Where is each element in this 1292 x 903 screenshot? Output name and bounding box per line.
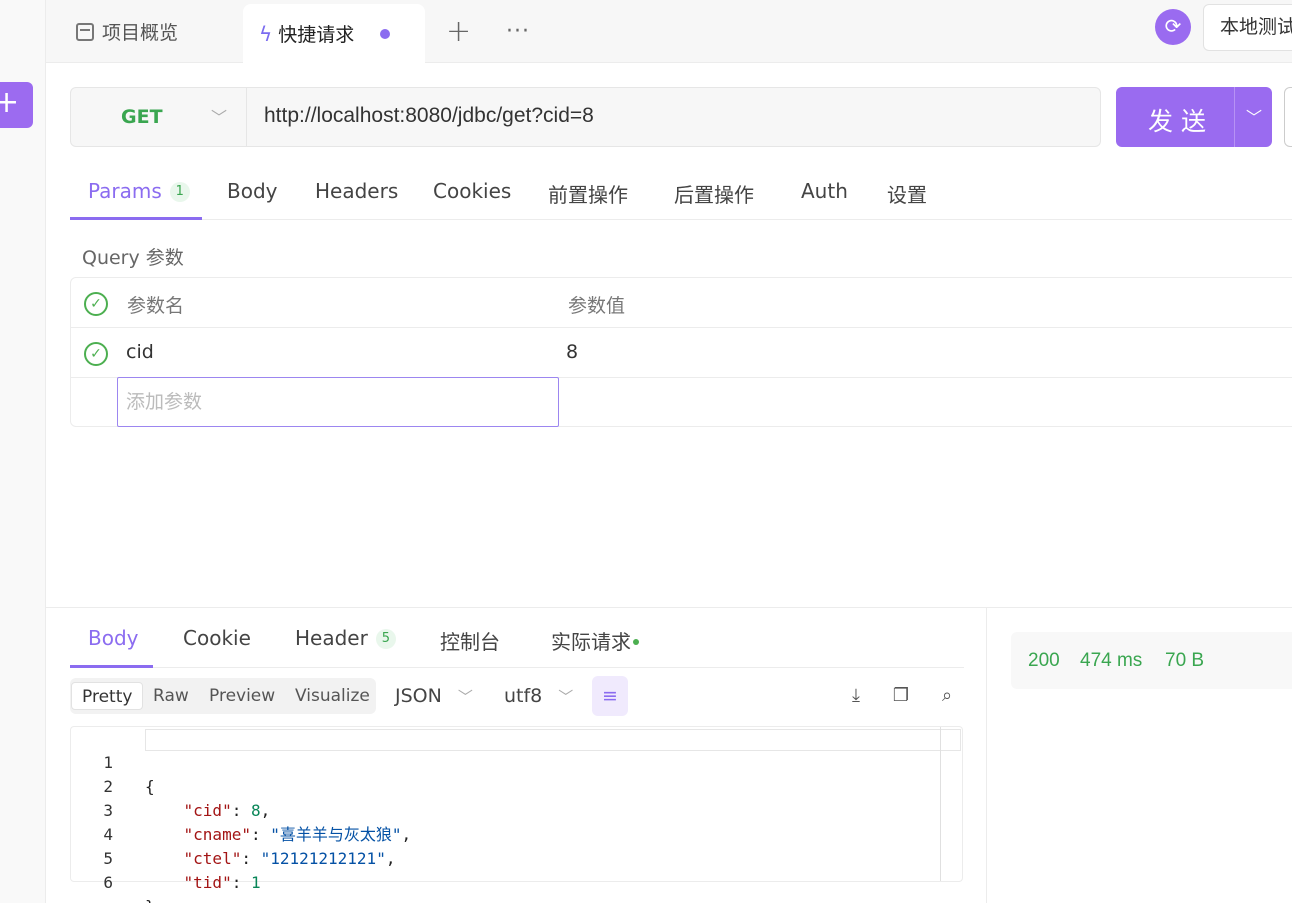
- send-label: 发送: [1148, 107, 1215, 136]
- response-body-editor[interactable]: 1 { 2 "cid": 8, 3 "cname": "喜羊羊与灰太狼", 4 …: [70, 726, 963, 903]
- view-raw[interactable]: Raw: [143, 682, 199, 710]
- active-tab-indicator: [70, 217, 202, 220]
- chevron-down-icon: ﹀: [211, 108, 228, 127]
- add-param-input[interactable]: 添加参数: [117, 377, 559, 427]
- response-status-panel: 200 474 ms 70 B: [1011, 632, 1292, 689]
- view-preview[interactable]: Preview: [199, 682, 285, 710]
- tab-label: Params: [88, 179, 162, 203]
- params-header-row: ✓ 参数名 参数值: [71, 278, 1292, 328]
- lightning-icon: ϟ: [259, 21, 273, 46]
- status-code: 200: [1028, 650, 1060, 671]
- new-tab-button[interactable]: +: [446, 0, 471, 63]
- response-tab-console[interactable]: 控制台: [440, 626, 500, 655]
- method-select[interactable]: GET ﹀: [71, 88, 247, 146]
- word-wrap-icon[interactable]: ≡: [592, 676, 628, 716]
- status-divider: [986, 608, 987, 903]
- method-label: GET: [121, 106, 163, 128]
- tab-label: 实际请求: [551, 630, 631, 654]
- param-value-field[interactable]: 8: [566, 341, 578, 363]
- params-count-badge: 1: [169, 182, 190, 202]
- tab-bar: 项目概览 ϟ 快捷请求 + ··· ⟳ 本地测试: [46, 0, 1292, 63]
- format-label: JSON: [395, 685, 442, 707]
- download-icon[interactable]: ⤓: [845, 685, 867, 707]
- param-name-field[interactable]: cid: [126, 341, 154, 363]
- plus-icon: +: [446, 14, 472, 49]
- tab-post-request[interactable]: 后置操作: [674, 179, 754, 208]
- environment-sync-icon[interactable]: ⟳: [1155, 9, 1191, 45]
- tab-settings[interactable]: 设置: [887, 179, 927, 208]
- column-header-value: 参数值: [568, 295, 626, 317]
- status-dot-icon: [633, 639, 639, 645]
- column-header-name: 参数名: [127, 295, 185, 317]
- more-icon: ···: [506, 19, 530, 44]
- tab-headers[interactable]: Headers: [315, 179, 398, 203]
- layout-icon: [76, 22, 94, 41]
- check-all-icon[interactable]: ✓: [84, 292, 108, 316]
- tab-label: 项目概览: [102, 22, 179, 44]
- encoding-label: utf8: [504, 685, 543, 707]
- code-line: 5 "tid": 1: [71, 823, 941, 892]
- param-enabled-checkbox[interactable]: ✓: [84, 342, 108, 366]
- response-tab-body[interactable]: Body: [88, 626, 139, 650]
- code-line: 4 "ctel": "12121212121",: [71, 799, 941, 868]
- request-tabs: Params 1 Body Headers Cookies 前置操作 后置操作 A…: [70, 162, 1292, 220]
- tab-auth[interactable]: Auth: [801, 179, 848, 203]
- unsaved-dot-icon: [380, 28, 391, 39]
- plus-icon: +: [0, 85, 20, 120]
- chevron-down-icon[interactable]: ﹀: [1246, 104, 1262, 128]
- editor-scrollbar[interactable]: [940, 727, 941, 881]
- tab-cookies[interactable]: Cookies: [433, 179, 511, 203]
- line-number: 6: [103, 873, 113, 892]
- view-visualize[interactable]: Visualize: [285, 682, 380, 710]
- response-tab-header[interactable]: Header 5: [295, 626, 396, 650]
- tab-quick-request[interactable]: ϟ 快捷请求: [243, 4, 425, 63]
- code-line: 1 {: [71, 727, 941, 796]
- chevron-down-icon: ﹀: [558, 688, 574, 706]
- new-item-button[interactable]: +: [0, 82, 33, 128]
- query-params-label: Query 参数: [82, 247, 184, 269]
- code-text: "tid": 1: [183, 873, 261, 892]
- panel-divider[interactable]: [46, 607, 1292, 608]
- url-input[interactable]: http://localhost:8080/jdbc/get?cid=8: [264, 104, 594, 128]
- tab-project-overview[interactable]: 项目概览: [76, 0, 178, 63]
- param-row: ✓ cid 8: [71, 328, 1292, 378]
- header-count-badge: 5: [375, 629, 396, 649]
- response-tabs: Body Cookie Header 5 控制台 实际请求: [70, 610, 964, 668]
- active-tab-indicator: [70, 665, 153, 668]
- environment-select[interactable]: 本地测试: [1203, 4, 1292, 51]
- save-button[interactable]: [1284, 87, 1292, 147]
- send-button[interactable]: 发送 ﹀: [1116, 87, 1272, 147]
- tab-pre-request[interactable]: 前置操作: [548, 179, 628, 208]
- copy-icon[interactable]: ❐: [890, 685, 912, 707]
- tab-label: 快捷请求: [278, 24, 355, 46]
- tab-params[interactable]: Params 1: [88, 179, 190, 203]
- response-tab-cookie[interactable]: Cookie: [183, 626, 251, 650]
- left-rail: [0, 0, 46, 903]
- more-tabs-button[interactable]: ···: [506, 0, 530, 63]
- response-tab-actual-request[interactable]: 实际请求: [551, 626, 639, 655]
- view-mode-segmented: Pretty Raw Preview Visualize: [70, 678, 376, 714]
- request-url-bar: GET ﹀ http://localhost:8080/jdbc/get?cid…: [70, 87, 1101, 147]
- view-pretty[interactable]: Pretty: [71, 682, 144, 710]
- tab-body[interactable]: Body: [227, 179, 278, 203]
- code-line: 3 "cname": "喜羊羊与灰太狼",: [71, 775, 941, 844]
- code-line: 2 "cid": 8,: [71, 751, 941, 820]
- response-time: 474 ms: [1080, 650, 1143, 671]
- params-table: ✓ 参数名 参数值 ✓ cid 8 添加参数: [70, 277, 1292, 427]
- chevron-down-icon: ﹀: [457, 688, 473, 706]
- code-line: 6 }: [71, 847, 941, 903]
- format-select[interactable]: JSON ﹀: [395, 685, 473, 707]
- encoding-select[interactable]: utf8 ﹀: [504, 685, 573, 707]
- response-size: 70 B: [1165, 650, 1205, 671]
- tab-label: Header: [295, 626, 368, 650]
- search-icon[interactable]: ⌕: [936, 685, 958, 707]
- code-text: }: [145, 895, 155, 903]
- send-divider: [1234, 87, 1235, 147]
